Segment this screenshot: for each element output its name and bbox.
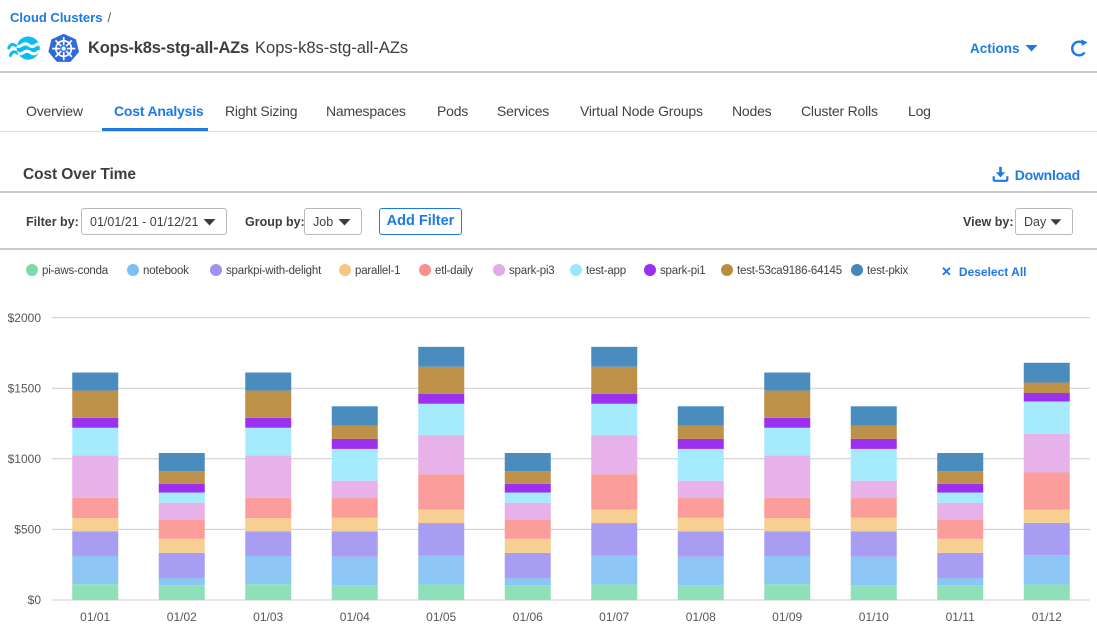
- svg-text:$500: $500: [14, 523, 41, 537]
- svg-text:01/12: 01/12: [1032, 610, 1062, 624]
- svg-text:01/05: 01/05: [426, 610, 456, 624]
- svg-text:01/03: 01/03: [253, 610, 283, 624]
- svg-text:$1500: $1500: [8, 381, 42, 395]
- svg-text:$2000: $2000: [8, 311, 42, 325]
- svg-text:01/10: 01/10: [859, 610, 889, 624]
- svg-text:01/11: 01/11: [946, 610, 975, 624]
- svg-text:$0: $0: [28, 593, 42, 607]
- svg-text:01/02: 01/02: [167, 610, 197, 624]
- svg-text:01/08: 01/08: [686, 610, 716, 624]
- svg-text:$1000: $1000: [8, 452, 42, 466]
- svg-text:01/06: 01/06: [513, 610, 543, 624]
- svg-text:01/01: 01/01: [80, 610, 110, 624]
- svg-text:01/04: 01/04: [340, 610, 370, 624]
- svg-text:01/07: 01/07: [599, 610, 629, 624]
- svg-text:01/09: 01/09: [772, 610, 802, 624]
